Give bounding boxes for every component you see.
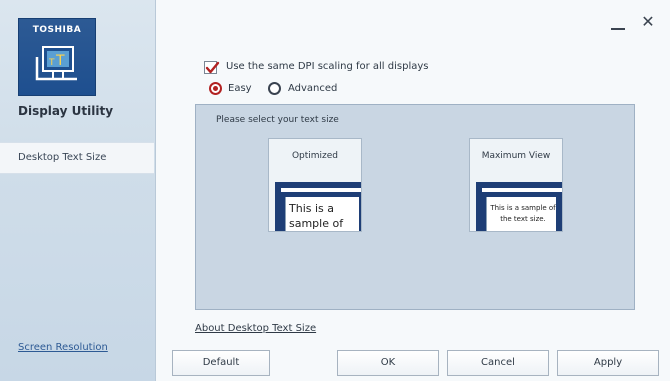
text-size-monitor-icon: T T	[33, 43, 81, 91]
ok-button[interactable]: OK	[337, 350, 439, 376]
brand-name: TOSHIBA	[32, 25, 82, 35]
same-dpi-checkbox[interactable]	[204, 61, 220, 74]
easy-radio[interactable]	[209, 82, 222, 95]
advanced-radio[interactable]	[268, 82, 281, 95]
about-desktop-text-size-link[interactable]: About Desktop Text Size	[195, 323, 316, 334]
maximum-view-label: Maximum View	[481, 151, 551, 161]
checkmark-icon	[205, 61, 220, 74]
cancel-button[interactable]: Cancel	[447, 350, 549, 376]
optimized-option[interactable]: Optimized This is a sample of	[268, 138, 362, 232]
display-utility-window: TOSHIBA T T Display Utility Desktop Text…	[0, 0, 670, 381]
minimize-icon[interactable]	[610, 22, 626, 32]
apply-button[interactable]: Apply	[557, 350, 659, 376]
optimized-sample-text: This is a sample of	[285, 197, 359, 231]
text-size-panel: Please select your text size Optimized T…	[195, 104, 635, 310]
optimized-label: Optimized	[291, 151, 339, 161]
same-dpi-label: Use the same DPI scaling for all display…	[226, 61, 429, 72]
panel-title: Please select your text size	[216, 115, 339, 125]
svg-text:T: T	[55, 53, 65, 69]
sidebar-link-screen-resolution[interactable]: Screen Resolution	[18, 342, 108, 353]
app-title: Display Utility	[18, 104, 114, 118]
svg-text:T: T	[48, 58, 55, 68]
maximum-view-sample-text: This is a sample of the text size.	[486, 197, 556, 231]
sidebar: TOSHIBA T T Display Utility Desktop Text…	[0, 0, 156, 381]
advanced-radio-label: Advanced	[288, 83, 338, 94]
close-icon[interactable]: ✕	[640, 14, 656, 30]
sidebar-item-desktop-text-size[interactable]: Desktop Text Size	[0, 142, 154, 174]
easy-radio-label: Easy	[228, 83, 252, 94]
default-button[interactable]: Default	[172, 350, 270, 376]
maximum-view-option[interactable]: Maximum View This is a sample of the tex…	[469, 138, 563, 232]
app-logo: TOSHIBA T T	[18, 18, 96, 96]
